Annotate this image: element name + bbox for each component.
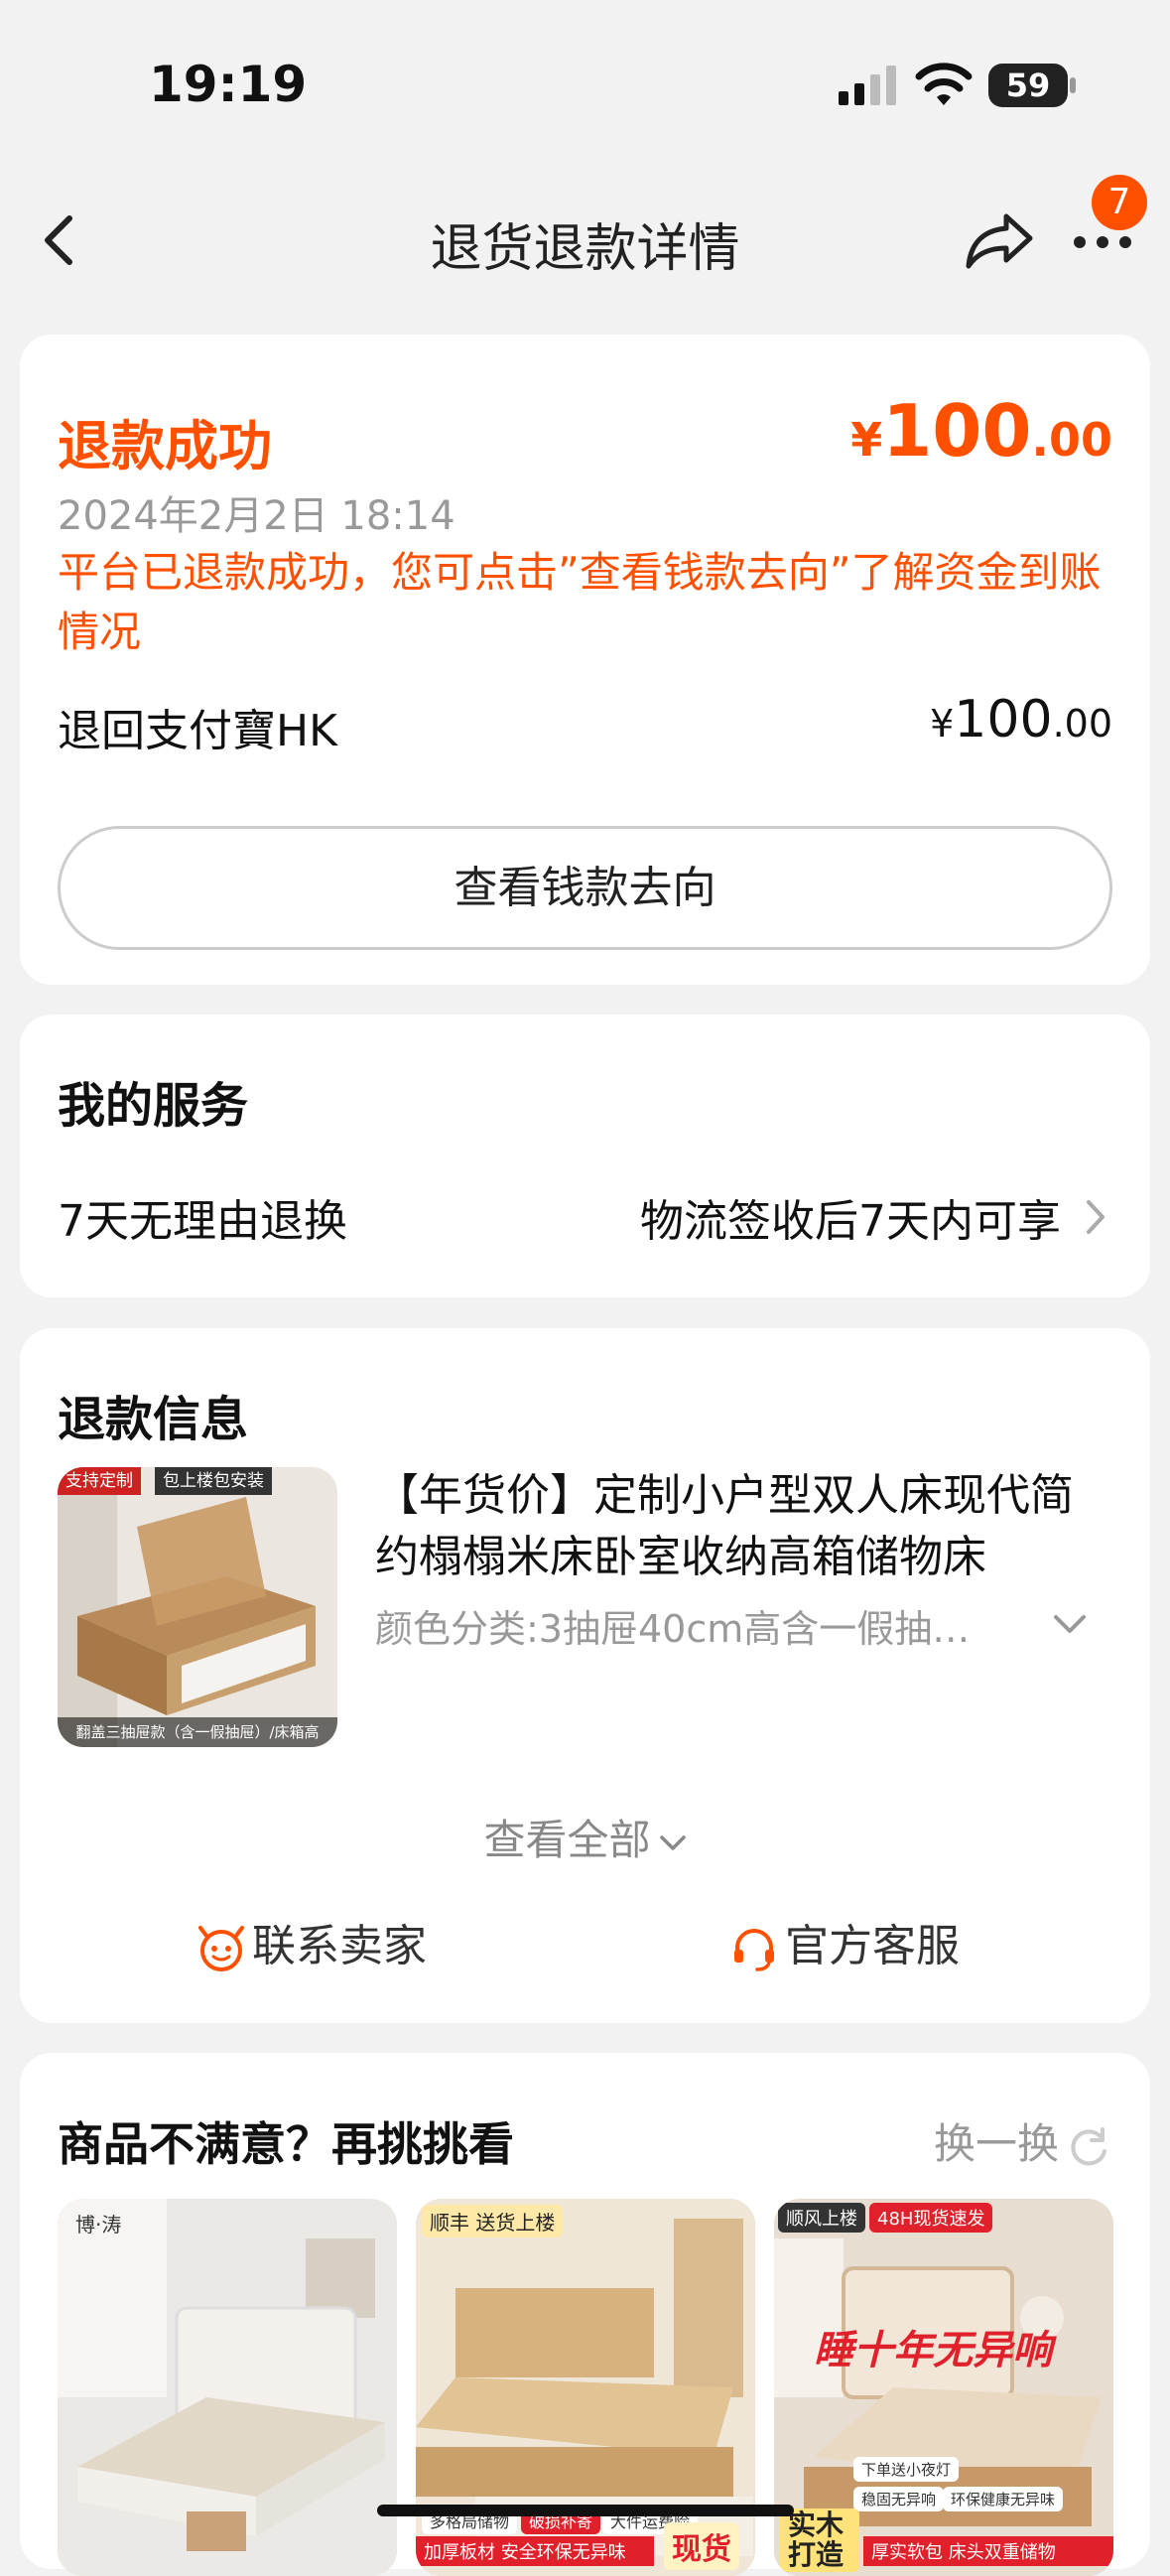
recommended-product-3-feature-3: 环保健康无异味 xyxy=(943,2487,1064,2511)
product-title[interactable]: 【年货价】定制小户型双人床现代简约榻榻米床卧室收纳高箱储物床 xyxy=(375,1465,1090,1588)
recommendations-card: 商品不满意？再挑挑看 换一换 博·涛 顺丰 送货上楼 多格局储物 破损补寄 大件… xyxy=(20,2053,1150,2576)
chevron-down-icon[interactable] xyxy=(1052,1613,1088,1635)
battery-indicator: 59 xyxy=(988,64,1068,107)
battery-cap xyxy=(1070,77,1076,93)
official-service-label: 官方客服 xyxy=(785,1921,960,1971)
thumbnail-tag-install: 包上楼包安装 xyxy=(155,1467,272,1495)
refund-amount-currency: ¥ xyxy=(850,413,883,467)
refund-status-card: 退款成功 ¥100.00 2024年2月2日 18:14 平台已退款成功，您可点… xyxy=(20,335,1150,985)
recommended-product-1[interactable]: 博·涛 xyxy=(58,2199,397,2576)
refund-info-title: 退款信息 xyxy=(58,1392,249,1447)
view-all-label: 查看全部 xyxy=(483,1816,651,1864)
status-time: 19:19 xyxy=(149,56,308,113)
refund-info-card: 退款信息 支持定制 包上楼包安装 翻盖三抽屉款（含一假抽屉）/床箱高40cm 【… xyxy=(20,1328,1150,2023)
recommended-product-3[interactable]: 顺风上楼 48H现货速发 睡十年无异响 下单送小夜灯 稳固无异响 环保健康无异味… xyxy=(774,2199,1113,2576)
refund-destination-label: 退回支付寶HK xyxy=(58,706,337,756)
recommended-product-3-feature-1: 下单送小夜灯 xyxy=(853,2457,960,2482)
refund-amount: ¥100.00 xyxy=(850,389,1112,473)
view-money-flow-button[interactable]: 查看钱款去向 xyxy=(58,826,1112,950)
refund-amount-integer: 100 xyxy=(882,389,1032,473)
refund-status-title: 退款成功 xyxy=(58,415,272,477)
refresh-label: 换一换 xyxy=(933,2119,1059,2168)
contact-seller-label: 联系卖家 xyxy=(252,1921,427,1971)
bed-image xyxy=(58,1467,337,1747)
my-services-card: 我的服务 7天无理由退换 物流签收后7天内可享 xyxy=(20,1015,1150,1297)
services-title: 我的服务 xyxy=(58,1078,249,1134)
chevron-right-icon[interactable] xyxy=(1081,1196,1110,1238)
recommended-product-1-brand: 博·涛 xyxy=(75,2213,122,2237)
thumbnail-caption: 翻盖三抽屉款（含一假抽屉）/床箱高40cm xyxy=(58,1717,337,1747)
recommended-product-3-badge: 实木打造 xyxy=(780,2508,859,2572)
recommended-product-2-tag: 顺丰 送货上楼 xyxy=(422,2205,564,2237)
home-indicator[interactable] xyxy=(377,2505,794,2516)
recommended-product-3-feature-2: 稳固无异响 xyxy=(853,2487,945,2511)
notification-badge: 7 xyxy=(1092,175,1147,230)
wifi-icon xyxy=(915,63,973,105)
refresh-button[interactable]: 换一换 xyxy=(934,2110,1110,2171)
refund-amount-decimal: .00 xyxy=(1031,413,1113,467)
recommendations-title: 商品不满意？再挑挑看 xyxy=(58,2117,514,2171)
seller-chat-icon xyxy=(198,1926,244,1971)
official-service-button[interactable]: 官方客服 xyxy=(729,1910,960,1973)
bed-image-1 xyxy=(58,2199,397,2576)
status-bar: 19:19 59 xyxy=(0,0,1170,159)
refund-destination-currency: ¥ xyxy=(930,702,955,746)
thumbnail-tag-custom: 支持定制 xyxy=(58,1467,141,1495)
recommended-product-2[interactable]: 顺丰 送货上楼 多格局储物 破损补寄 大件运费险 加厚板材 安全环保无异味 现货 xyxy=(416,2199,755,2576)
recommended-product-3-tag: 顺风上楼 xyxy=(778,2203,865,2233)
refresh-icon xyxy=(1071,2126,1106,2165)
recommended-product-3-tag-2: 48H现货速发 xyxy=(869,2203,993,2233)
more-icon[interactable] xyxy=(1072,230,1133,254)
headset-icon xyxy=(734,1929,774,1971)
chevron-down-icon xyxy=(659,1834,686,1850)
refund-destination-amount: ¥100.00 xyxy=(930,690,1112,749)
refund-message: 平台已退款成功，您可点击”查看钱款去向”了解资金到账情况 xyxy=(58,548,1102,656)
service-item-name[interactable]: 7天无理由退换 xyxy=(58,1185,347,1249)
signal-icon xyxy=(839,66,896,105)
product-sku[interactable]: 颜色分类:3抽屉40cm高含一假抽… xyxy=(375,1598,1030,1653)
service-item-detail[interactable]: 物流签收后7天内可享 xyxy=(640,1185,1061,1249)
navigation-bar: 退货退款详情 xyxy=(0,159,1170,308)
recommended-product-3-banner: 厚实软包 床头双重储物 xyxy=(863,2536,1113,2566)
refund-date: 2024年2月2日 18:14 xyxy=(58,493,455,539)
recommended-product-2-stock-badge: 现货 xyxy=(664,2522,739,2570)
share-icon[interactable] xyxy=(965,210,1036,270)
refund-destination-integer: 100 xyxy=(954,690,1053,749)
recommended-product-2-banner: 加厚板材 安全环保无异味 xyxy=(416,2536,654,2566)
view-all-button[interactable]: 查看全部 xyxy=(20,1807,1150,1867)
refund-destination-decimal: .00 xyxy=(1052,702,1112,746)
product-thumbnail[interactable]: 支持定制 包上楼包安装 翻盖三抽屉款（含一假抽屉）/床箱高40cm xyxy=(58,1467,337,1747)
contact-seller-button[interactable]: 联系卖家 xyxy=(196,1910,427,1973)
recommended-product-3-headline: 睡十年无异响 xyxy=(814,2328,1052,2373)
